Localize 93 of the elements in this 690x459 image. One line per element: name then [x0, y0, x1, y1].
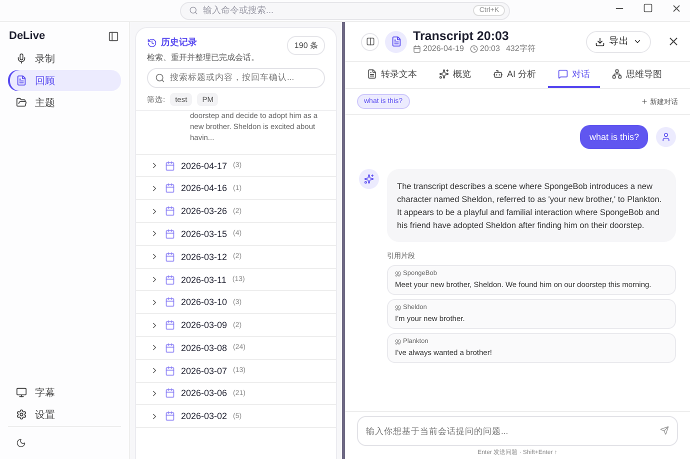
calendar-icon — [165, 183, 175, 194]
sidebar-toggle-icon[interactable] — [108, 30, 119, 42]
chevron-icon — [150, 388, 159, 398]
date-label: 2026-03-07 — [181, 366, 228, 376]
chevron-icon — [150, 184, 159, 193]
plus-icon — [641, 98, 648, 105]
chevron-icon — [150, 206, 159, 216]
time-meta: 20:03 — [470, 44, 500, 53]
tab[interactable]: 思维导图 — [602, 62, 672, 88]
calendar-icon — [165, 320, 175, 330]
chevron-icon — [150, 320, 159, 330]
calendar-icon — [165, 411, 175, 422]
date-label: 2026-03-26 — [181, 206, 228, 216]
question-input-field[interactable]: 输入你想基于当前会话提问的问题... — [357, 416, 678, 446]
chevron-icon — [150, 366, 159, 376]
date-label: 2026-03-09 — [181, 320, 228, 330]
date-label: 2026-04-17 — [181, 160, 228, 171]
panel-icon — [366, 37, 374, 46]
chevron-icon — [150, 412, 159, 421]
quote-icon — [395, 304, 401, 311]
history-icon — [147, 38, 157, 48]
command-search-placeholder: 输入命令或搜索... — [203, 4, 274, 17]
calendar-icon — [165, 252, 175, 262]
calendar-icon — [165, 206, 175, 216]
date-label: 2026-04-16 — [181, 183, 228, 194]
tab[interactable]: AI 分析 — [483, 62, 546, 88]
robot-icon — [493, 69, 503, 79]
calendar-icon — [165, 342, 175, 353]
clock-icon — [470, 44, 478, 52]
user-avatar-icon — [656, 127, 676, 147]
calendar-icon — [165, 297, 175, 308]
nav-item[interactable]: 主题 — [8, 92, 121, 113]
calendar-icon — [413, 44, 421, 52]
calendar-icon — [165, 388, 175, 398]
microphone-icon — [16, 53, 27, 64]
quote-icon — [395, 270, 401, 277]
date-label: 2026-03-08 — [181, 342, 228, 353]
nav-item[interactable]: 录制 — [8, 48, 121, 69]
char-count: 432字符 — [506, 43, 536, 54]
chevron-icon — [150, 343, 159, 352]
search-placeholder: 搜索标题或内容，按回车确认... — [170, 72, 294, 84]
chevron-icon — [150, 161, 159, 170]
document-icon — [367, 69, 377, 79]
date-label: 2026-03-02 — [181, 411, 228, 422]
search-icon — [189, 6, 198, 15]
user-message: what is this? — [580, 125, 648, 149]
maximize-icon[interactable] — [643, 3, 653, 13]
history-subtitle: 检索、重开并整理已完成会话。 — [147, 52, 259, 63]
sparkle-icon — [439, 69, 449, 79]
calendar-icon — [165, 366, 175, 376]
chevron-icon — [150, 252, 159, 262]
network-icon — [612, 69, 622, 79]
date-label: 2026-03-10 — [181, 297, 228, 308]
folder-icon — [16, 97, 27, 108]
caret-icon — [633, 37, 642, 46]
chevron-icon — [150, 229, 159, 238]
chat-icon — [558, 69, 568, 79]
search-field[interactable]: 搜索标题或内容，按回车确认... — [147, 68, 325, 88]
panel-toggle-button[interactable] — [361, 32, 379, 50]
send-icon[interactable] — [660, 426, 669, 435]
download-icon — [595, 36, 605, 46]
date-label: 2026-03-11 — [181, 274, 226, 284]
calendar-icon — [165, 160, 175, 171]
assistant-message: The transcript describes a scene where SpongeBob introduces a new character named Sheldon, referred to as 'your new brother,' to Plankton. It appears to be a playful and familial interaction where SpongeBob and his friend have adopted Sheldon after finding him on their doorstep. — [387, 169, 676, 242]
nav-item[interactable]: 设置 — [8, 404, 121, 425]
quote-icon — [395, 338, 401, 345]
monitor-icon — [16, 387, 27, 398]
date-meta: 2026-04-19 — [413, 44, 464, 53]
nav-item[interactable]: 字幕 — [8, 382, 121, 403]
settings-icon — [16, 409, 27, 420]
tab[interactable]: 对话 — [548, 62, 600, 88]
close-icon[interactable] — [671, 3, 682, 14]
transcript-title: Transcript 20:03 — [413, 29, 510, 43]
assistant-sparkle-icon — [359, 169, 379, 189]
date-label: 2026-03-12 — [181, 252, 228, 262]
chevron-icon — [150, 298, 159, 307]
document-icon — [385, 30, 407, 52]
close-icon — [667, 35, 680, 48]
search-icon — [155, 73, 165, 83]
export-button[interactable]: 导出 — [586, 30, 651, 52]
count-badge: 190 条 — [287, 36, 325, 55]
calendar-icon — [165, 274, 175, 284]
tab[interactable]: 概览 — [429, 62, 481, 88]
date-label: 2026-03-15 — [181, 228, 228, 239]
history-title: 历史记录 — [147, 36, 259, 49]
document-icon — [16, 75, 27, 86]
nav-item[interactable]: 回顾 — [8, 70, 121, 91]
calendar-icon — [165, 228, 175, 239]
moon-icon[interactable] — [16, 438, 26, 448]
app-name: DeLive — [9, 30, 46, 42]
date-label: 2026-03-06 — [181, 388, 228, 398]
chevron-icon — [150, 275, 159, 284]
tab[interactable]: 转录文本 — [357, 62, 427, 88]
